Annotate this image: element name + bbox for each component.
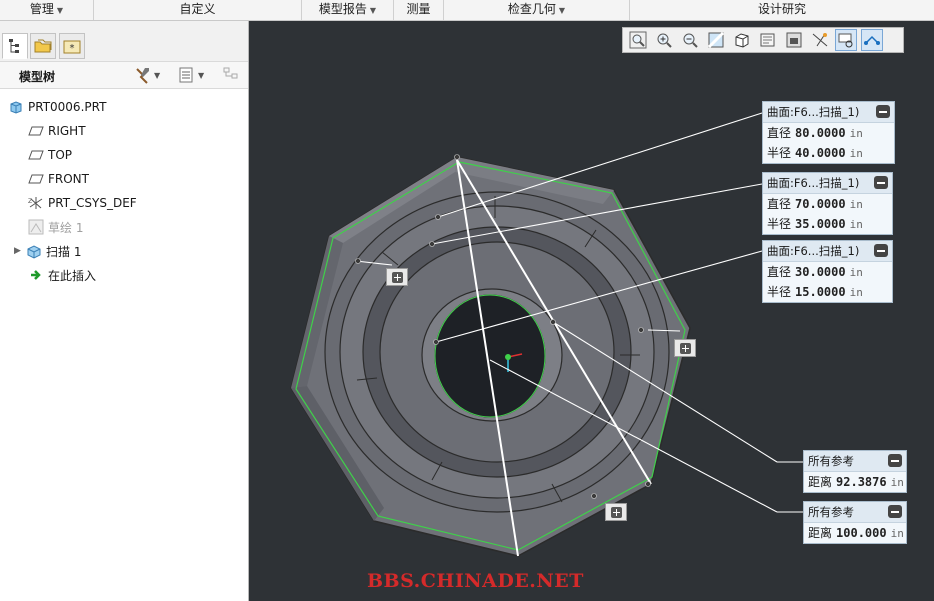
measure-box-diameter-70[interactable]: 曲面:F6...扫描_1) 直径 70.0000 in 半径 35.0000 in xyxy=(762,172,893,235)
expand-measure-button[interactable] xyxy=(605,503,627,521)
zoom-in-button[interactable] xyxy=(653,29,675,51)
saved-views-button[interactable] xyxy=(757,29,779,51)
plus-icon xyxy=(679,342,691,354)
measure-box-distance-92[interactable]: 所有参考 距离 92.3876 in xyxy=(803,450,907,493)
collapse-icon[interactable] xyxy=(876,105,890,118)
display-style-button[interactable] xyxy=(731,29,753,51)
collapse-icon[interactable] xyxy=(888,454,902,467)
collapse-icon[interactable] xyxy=(874,176,888,189)
view-toolbar xyxy=(622,27,904,53)
zoom-fit-icon xyxy=(629,31,647,49)
measure-box-distance-100[interactable]: 所有参考 距离 100.000 in xyxy=(803,501,907,544)
saved-views-icon xyxy=(760,33,775,47)
zoom-out-icon xyxy=(683,33,698,48)
plus-icon xyxy=(610,506,622,518)
view-manager-icon xyxy=(786,32,802,48)
spin-center-button[interactable] xyxy=(861,29,883,51)
annotation-display-icon xyxy=(838,33,853,48)
watermark: BBS.CHINADE.NET xyxy=(367,570,584,592)
spin-center-icon xyxy=(864,35,880,45)
annotation-display-button[interactable] xyxy=(835,29,857,51)
measure-box-diameter-30[interactable]: 曲面:F6...扫描_1) 直径 30.0000 in 半径 15.0000 in xyxy=(762,240,893,303)
datum-display-icon xyxy=(812,33,828,47)
view-manager-button[interactable] xyxy=(783,29,805,51)
zoom-out-button[interactable] xyxy=(679,29,701,51)
zoom-fit-button[interactable] xyxy=(627,29,649,51)
repaint-button[interactable] xyxy=(705,29,727,51)
expand-measure-button[interactable] xyxy=(674,339,696,357)
datum-display-button[interactable] xyxy=(809,29,831,51)
zoom-in-icon xyxy=(657,33,672,48)
collapse-icon[interactable] xyxy=(888,505,902,518)
repaint-icon xyxy=(707,31,725,49)
plus-icon xyxy=(391,271,403,283)
expand-measure-button[interactable] xyxy=(386,268,408,286)
measure-box-diameter-80[interactable]: 曲面:F6...扫描_1) 直径 80.0000 in 半径 40.0000 in xyxy=(762,101,895,164)
collapse-icon[interactable] xyxy=(874,244,888,257)
bore-hole[interactable] xyxy=(434,294,546,418)
display-style-icon xyxy=(735,33,749,48)
